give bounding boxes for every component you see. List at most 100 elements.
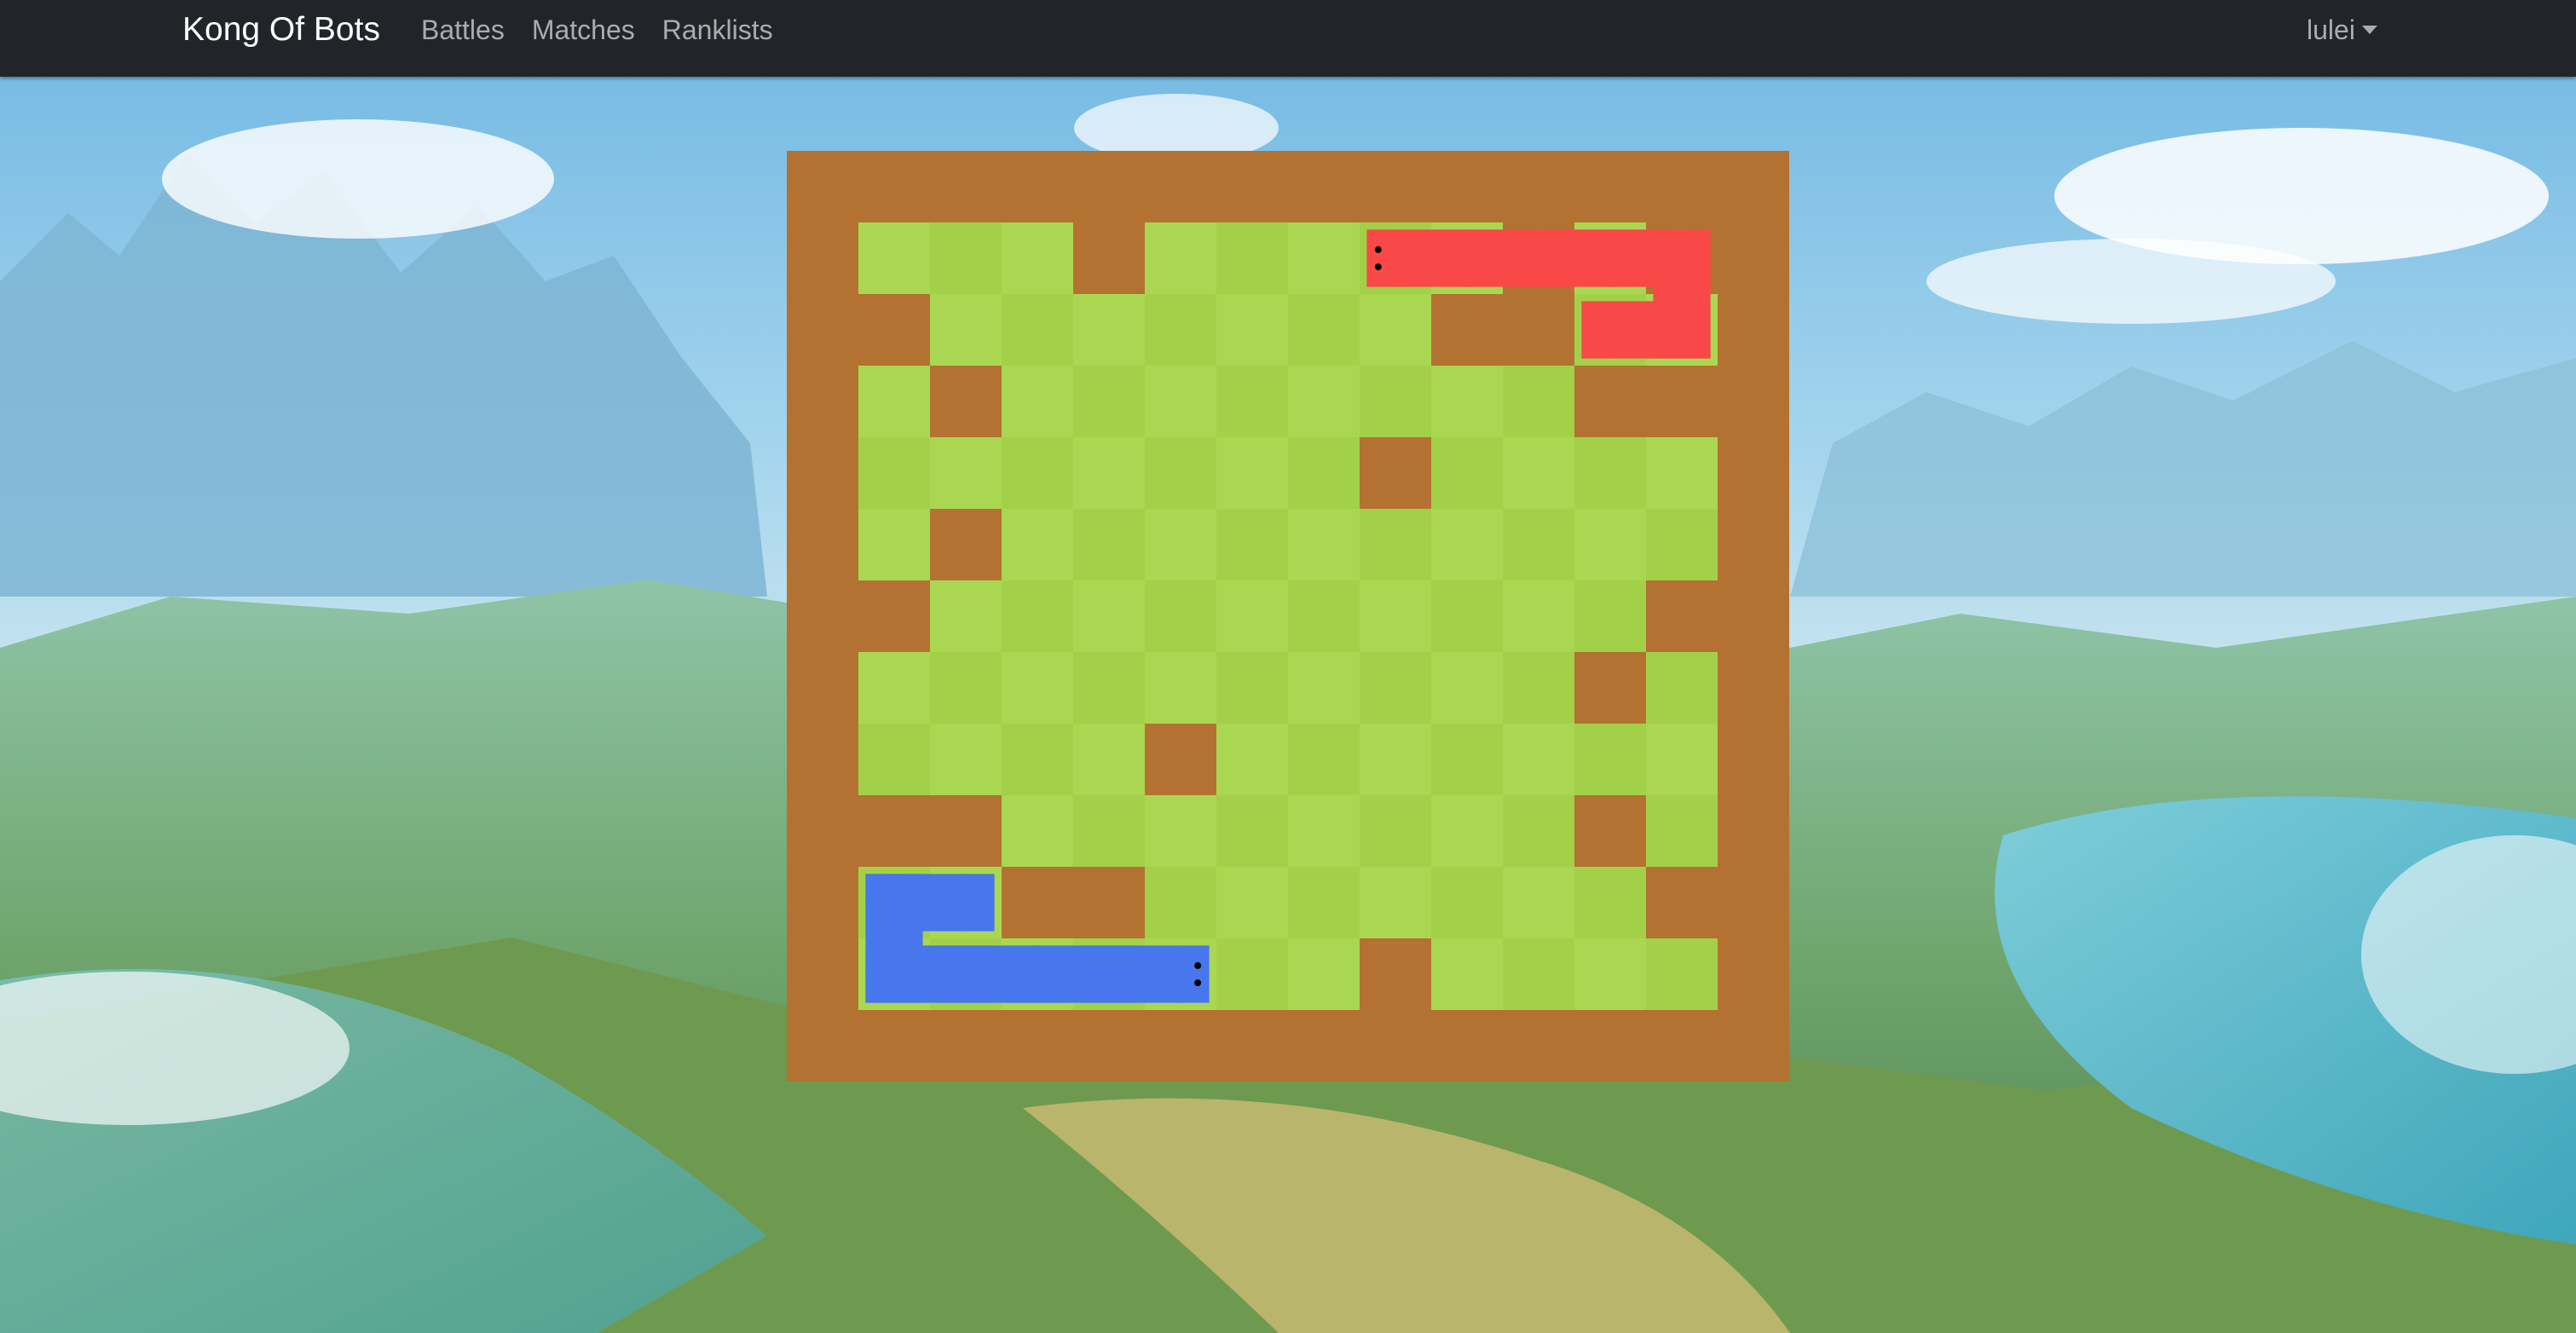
grass-cell	[1503, 867, 1574, 938]
grass-cell	[1216, 437, 1288, 509]
grass-cell	[1288, 366, 1360, 437]
nav-link-ranklists[interactable]: Ranklists	[649, 9, 787, 51]
wall-cell	[1360, 938, 1431, 1010]
grass-cell	[1145, 437, 1216, 509]
grass-cell	[1431, 437, 1503, 509]
grass-cell	[1431, 938, 1503, 1010]
grass-cell	[1646, 724, 1718, 795]
wall-cell	[930, 795, 1002, 867]
nav-links: Battles Matches Ranklists	[421, 9, 787, 51]
wall-cell	[1145, 724, 1216, 795]
snake-blue-joint	[937, 874, 995, 932]
grass-cell	[1216, 795, 1288, 867]
grass-cell	[858, 724, 930, 795]
grass-cell	[1288, 437, 1360, 509]
wall-cell	[1574, 652, 1646, 724]
snake-red-head	[1366, 229, 1424, 287]
grass-cell	[1360, 509, 1431, 580]
grass-cell	[1431, 366, 1503, 437]
grass-cell	[1216, 509, 1288, 580]
grass-cell	[1073, 795, 1145, 867]
grass-cell	[858, 509, 930, 580]
grass-cell	[1002, 366, 1073, 437]
snake-blue-joint	[937, 945, 995, 1003]
grass-cell	[1360, 580, 1431, 652]
grass-cell	[930, 222, 1002, 294]
grass-cell	[1288, 724, 1360, 795]
grass-cell	[1073, 580, 1145, 652]
grass-cell	[1145, 867, 1216, 938]
grass-cell	[1360, 652, 1431, 724]
grass-cell	[1360, 294, 1431, 366]
grass-cell	[930, 580, 1002, 652]
grass-cell	[1073, 437, 1145, 509]
wall-cell	[1574, 795, 1646, 867]
grass-cell	[1503, 938, 1574, 1010]
grass-cell	[1360, 724, 1431, 795]
wall-cell	[1073, 867, 1145, 938]
grass-cell	[1216, 867, 1288, 938]
grass-cell	[1288, 795, 1360, 867]
grass-cell	[1574, 724, 1646, 795]
grass-cell	[1503, 437, 1574, 509]
snake-blue-joint	[865, 874, 923, 932]
grass-cell	[1145, 294, 1216, 366]
grass-cell	[930, 652, 1002, 724]
snake-blue-eye	[1194, 961, 1202, 969]
grass-cell	[1288, 509, 1360, 580]
grass-cell	[1073, 724, 1145, 795]
grass-cell	[1503, 366, 1574, 437]
wall-cell	[858, 580, 930, 652]
snake-red-joint	[1581, 301, 1639, 359]
snake-red-joint	[1653, 229, 1711, 287]
grass-cell	[1646, 938, 1718, 1010]
nav-link-matches[interactable]: Matches	[518, 9, 649, 51]
wall-cell	[1431, 294, 1503, 366]
grass-cell	[1073, 652, 1145, 724]
grass-cell	[1216, 938, 1288, 1010]
grass-cell	[1288, 222, 1360, 294]
snake-red-joint	[1438, 229, 1496, 287]
wall-cell	[930, 366, 1002, 437]
grass-cell	[858, 437, 930, 509]
grass-cell	[1431, 580, 1503, 652]
grass-cell	[1145, 652, 1216, 724]
grass-cell	[1145, 366, 1216, 437]
grass-cell	[1002, 509, 1073, 580]
grass-cell	[1288, 938, 1360, 1010]
snake-red-eye	[1374, 245, 1382, 253]
top-navbar: Kong Of Bots Battles Matches Ranklists l…	[0, 0, 2576, 77]
nav-link-battles[interactable]: Battles	[421, 9, 518, 51]
brand-link[interactable]: Kong Of Bots	[182, 9, 380, 51]
snake-blue-joint	[1080, 945, 1138, 1003]
grass-cell	[1431, 795, 1503, 867]
grass-cell	[1360, 795, 1431, 867]
snake-red-joint	[1510, 229, 1568, 287]
grass-cell	[930, 294, 1002, 366]
grass-cell	[1574, 938, 1646, 1010]
grass-cell	[1574, 580, 1646, 652]
game-board[interactable]	[787, 151, 1789, 1082]
user-dropdown[interactable]: lulei	[2307, 9, 2377, 51]
grass-cell	[858, 222, 930, 294]
grass-cell	[1145, 795, 1216, 867]
grass-cell	[1431, 509, 1503, 580]
grass-cell	[1145, 509, 1216, 580]
wall-cell	[1503, 294, 1574, 366]
grass-cell	[1503, 509, 1574, 580]
grass-cell	[1216, 652, 1288, 724]
grass-cell	[1216, 294, 1288, 366]
wall-cell	[1646, 580, 1718, 652]
grass-cell	[1646, 509, 1718, 580]
grass-cell	[930, 724, 1002, 795]
grass-cell	[1002, 795, 1073, 867]
grass-cell	[1216, 366, 1288, 437]
grass-cell	[1431, 867, 1503, 938]
grass-cell	[1503, 652, 1574, 724]
grass-cell	[1145, 580, 1216, 652]
grass-cell	[858, 652, 930, 724]
grass-cell	[1002, 580, 1073, 652]
snake-blue-head	[1152, 945, 1210, 1003]
grass-cell	[1288, 867, 1360, 938]
snake-blue-eye	[1194, 979, 1202, 987]
